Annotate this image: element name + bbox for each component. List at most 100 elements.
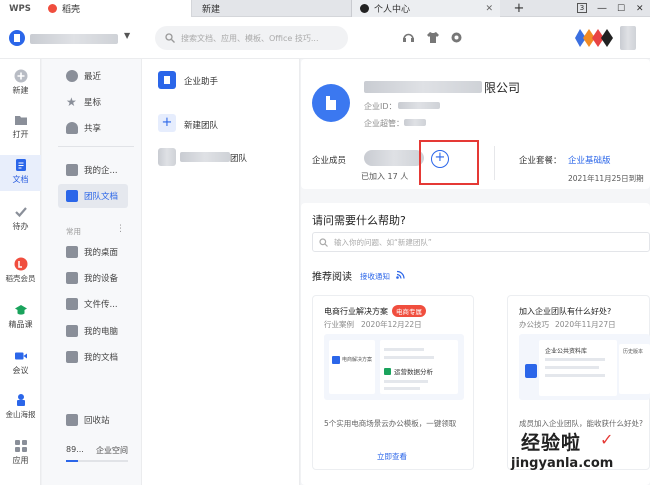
member-avatars[interactable]	[364, 150, 424, 166]
help-search-input[interactable]: 输入你的问题、如“新建团队”	[312, 232, 650, 252]
team-avatar	[158, 148, 176, 166]
sidebar-item-open[interactable]: 打开	[0, 109, 41, 149]
tab-label: 稻壳	[62, 5, 81, 15]
trash-icon	[66, 414, 78, 426]
card-category: 行业案例	[324, 320, 354, 329]
card-title: 电商行业解决方案	[324, 307, 388, 316]
sidebar-item-courses[interactable]: 精品课	[0, 301, 41, 337]
rss-icon[interactable]	[396, 270, 405, 281]
sidebar-item-poster[interactable]: 金山海报	[0, 391, 41, 427]
subscribe-link[interactable]: 接收通知	[360, 271, 390, 282]
device-folder-icon	[66, 272, 78, 284]
folder-icon	[14, 116, 27, 125]
search-icon	[165, 33, 175, 43]
nav-label: 我的桌面	[84, 248, 119, 258]
desktop-folder-icon	[66, 246, 78, 258]
help-title: 请问需要什么帮助?	[312, 214, 406, 227]
preview-side: 历史版本	[623, 349, 644, 355]
more-icon[interactable]: ⋮	[116, 224, 125, 234]
avatar-blurred[interactable]	[620, 26, 636, 50]
new-tab-button[interactable]: +	[511, 0, 527, 17]
team-name-suffix[interactable]: 团队	[230, 152, 247, 164]
window-count-badge[interactable]: 3	[577, 3, 587, 13]
company-logo-icon	[312, 84, 350, 122]
nav-devices[interactable]: 我的设备	[66, 268, 118, 288]
assistant-label[interactable]: 企业助手	[184, 75, 218, 87]
nav-label: 星标	[84, 98, 102, 108]
team-name-blurred	[180, 152, 230, 162]
preview-label: 电商解决方案	[342, 357, 373, 363]
nav-label: 我的电脑	[84, 327, 119, 337]
nav-my-company[interactable]: 我的企...	[66, 160, 118, 180]
nav-team-docs[interactable]: 团队文档	[66, 186, 118, 206]
nav-share[interactable]: 共享	[66, 118, 101, 138]
nav-my-pc[interactable]: 我的电脑	[66, 321, 118, 341]
close-icon[interactable]: ✕	[485, 4, 493, 14]
nav-recycle[interactable]: 回收站	[66, 410, 110, 430]
sidebar-item-label: 打开	[12, 130, 29, 139]
sidebar-item-daoke-vip[interactable]: 稻壳会员	[0, 255, 41, 291]
nav-label: 最近	[84, 72, 102, 82]
app-logo[interactable]: WPS	[0, 0, 40, 17]
search-input[interactable]: 搜索文档、应用、模板、Office 技巧...	[155, 26, 348, 50]
divider	[58, 146, 134, 147]
minimize-icon[interactable]: —	[597, 0, 607, 17]
sidebar-item-meeting[interactable]: 会议	[0, 347, 41, 383]
sidebar-item-apps[interactable]: 应用	[0, 437, 41, 473]
card-tag: 电商专属	[392, 305, 426, 317]
checkmark-icon	[14, 207, 27, 218]
sidebar-item-todo[interactable]: 待办	[0, 203, 41, 239]
nav-desktop[interactable]: 我的桌面	[66, 242, 118, 262]
shirt-icon[interactable]	[426, 31, 440, 47]
video-camera-icon	[14, 352, 27, 360]
new-team-button[interactable]: 新建团队	[184, 119, 218, 131]
sidebar-item-docs[interactable]: 文档	[0, 155, 41, 191]
sidebar-item-label: 待办	[12, 222, 29, 231]
membership-badges-icon[interactable]	[573, 27, 617, 49]
members-count: 已加入 17 人	[361, 172, 409, 181]
company-id-value	[398, 102, 440, 109]
nav-file-transfer[interactable]: 文件传...	[66, 294, 118, 314]
plus-circle-icon	[14, 69, 27, 83]
tab-label: 个人中心	[374, 5, 411, 15]
team-docs-icon	[66, 190, 78, 202]
nav-label: 共享	[84, 124, 102, 134]
gear-icon[interactable]	[450, 31, 463, 47]
card-date: 2020年11月27日	[555, 320, 616, 329]
transfer-folder-icon	[66, 298, 78, 310]
tab-personal[interactable]: 个人中心 ✕	[352, 0, 500, 17]
chevron-down-icon[interactable]: ▼	[124, 31, 130, 40]
headset-icon[interactable]	[402, 31, 415, 47]
tab-new[interactable]: 新建	[192, 0, 352, 17]
tab-label: 新建	[202, 5, 221, 15]
company-id-label: 企业ID：	[364, 102, 397, 111]
card-description: 5个实用电商场景云办公模板，一键领取	[324, 419, 457, 428]
maximize-icon[interactable]: ☐	[617, 0, 625, 17]
sidebar-item-label: 应用	[12, 456, 29, 465]
close-window-icon[interactable]: ✕	[636, 0, 644, 17]
watermark-url: jingyanla.com	[511, 456, 614, 471]
check-icon: ✓	[600, 430, 614, 449]
search-icon	[319, 237, 328, 247]
view-now-link[interactable]: 立即查看	[377, 451, 407, 462]
reading-title: 推荐阅读	[312, 272, 352, 283]
avatar[interactable]	[9, 30, 25, 46]
tab-bar: WPS 稻壳 新建 个人中心 ✕ + 3 — ☐ ✕	[0, 0, 650, 17]
nav-recent[interactable]: 最近	[66, 66, 101, 86]
nav-label: 回收站	[84, 416, 110, 426]
daoke-icon	[48, 4, 57, 13]
space-progress-bar	[66, 460, 128, 462]
assistant-icon	[158, 71, 176, 89]
sidebar-item-new[interactable]: 新建	[0, 65, 41, 105]
nav-my-docs[interactable]: 我的文档	[66, 347, 118, 367]
document-icon	[15, 159, 26, 171]
watermark-title: 经验啦	[521, 432, 582, 454]
members-label: 企业成员	[312, 156, 347, 166]
plan-link[interactable]: 企业基础版	[568, 154, 611, 166]
plus-icon[interactable]: +	[158, 114, 176, 132]
help-search-placeholder: 输入你的问题、如“新建团队”	[334, 237, 432, 247]
tab-daoke[interactable]: 稻壳	[40, 0, 192, 17]
nav-star[interactable]: ★ 星标	[66, 92, 101, 112]
username-blurred	[30, 34, 118, 44]
nav-label: 我的设备	[84, 274, 119, 284]
